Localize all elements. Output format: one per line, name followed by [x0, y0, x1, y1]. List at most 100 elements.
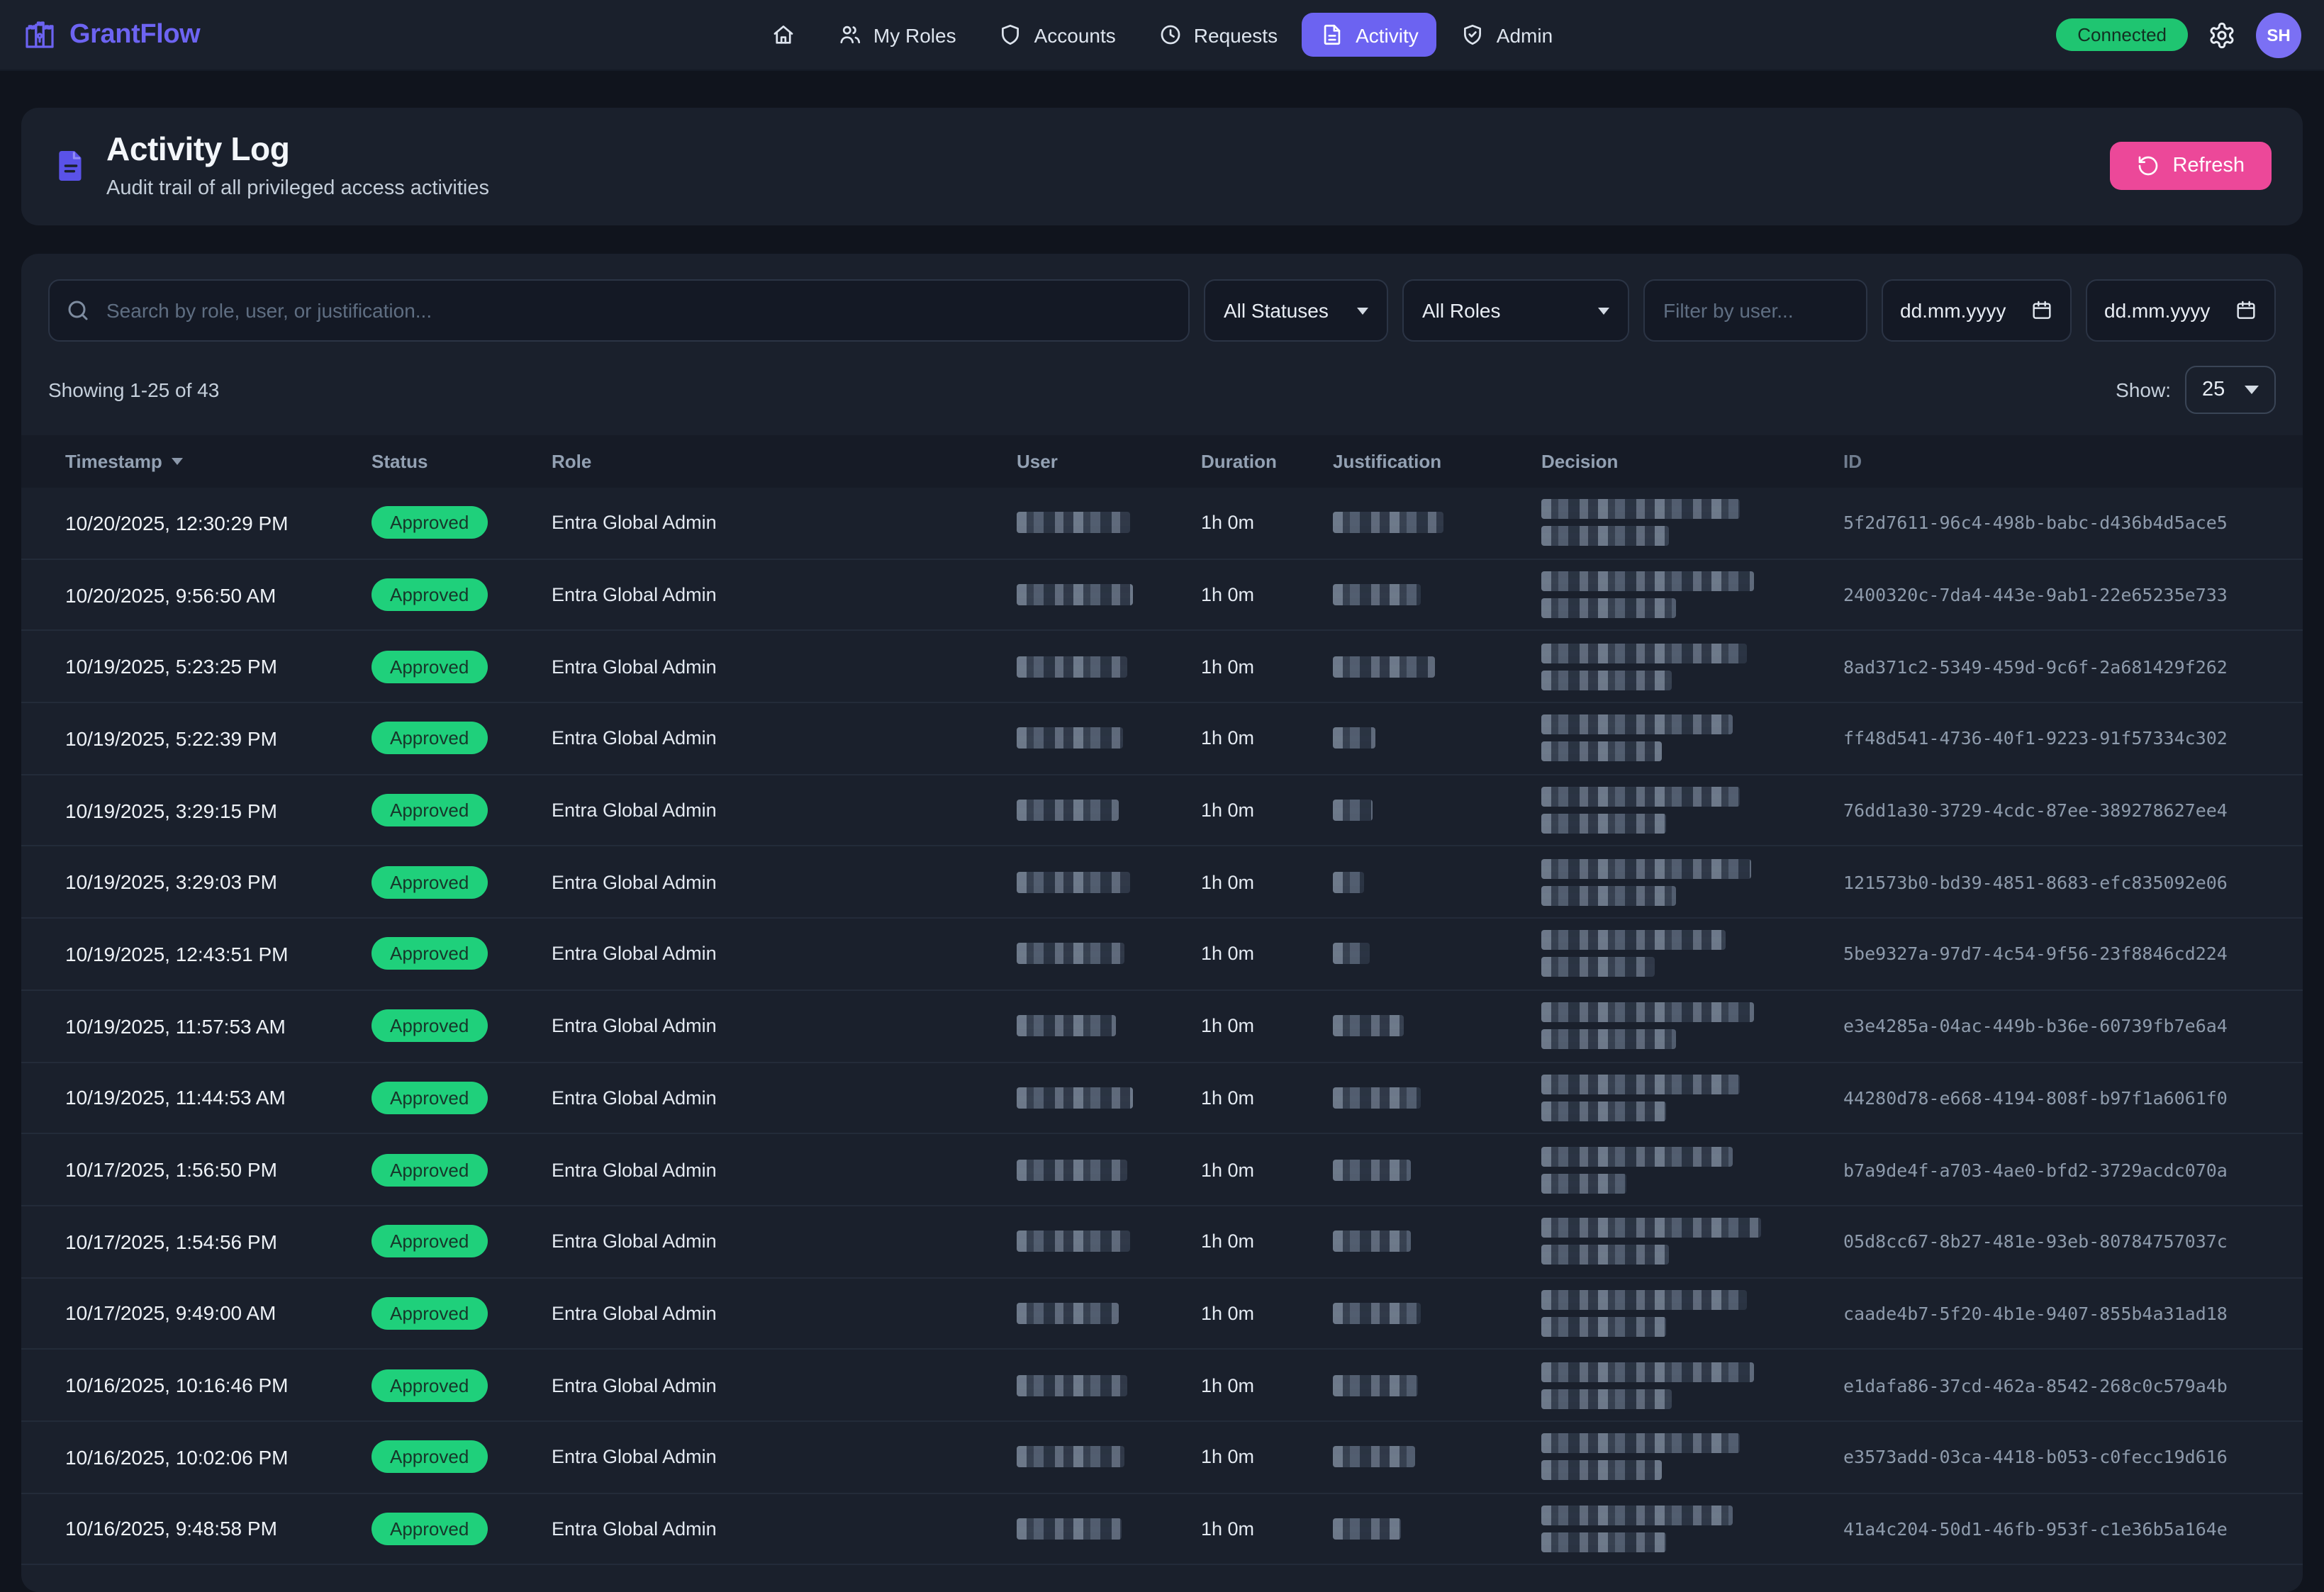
cell-duration: 1h 0m — [1201, 1015, 1333, 1036]
chevron-down-icon — [1598, 307, 1609, 314]
nav-item-requests[interactable]: Requests — [1140, 13, 1296, 57]
redacted-decision — [1541, 527, 1669, 546]
status-badge: Approved — [371, 938, 487, 970]
cell-duration: 1h 0m — [1201, 584, 1333, 605]
redacted-justification — [1333, 584, 1421, 605]
nav-item-activity[interactable]: Activity — [1302, 13, 1437, 57]
nav-item-admin[interactable]: Admin — [1443, 13, 1571, 57]
nav-item-my-roles[interactable]: My Roles — [820, 13, 975, 57]
results-summary: Showing 1-25 of 43 — [48, 379, 219, 401]
refresh-icon — [2137, 154, 2160, 176]
page-header: Activity Log Audit trail of all privileg… — [21, 108, 2303, 225]
activity-log-icon — [52, 147, 89, 184]
table-header-row: Timestamp Status Role User Duration Just… — [21, 435, 2303, 488]
table-row: 10/17/2025, 9:49:00 AM Approved Entra Gl… — [21, 1278, 2303, 1350]
cell-role: Entra Global Admin — [552, 1303, 1017, 1324]
cell-duration: 1h 0m — [1201, 1447, 1333, 1468]
cell-id: ff48d541-4736-40f1-9223-91f57334c302 — [1843, 728, 2303, 749]
shield-icon — [999, 23, 1023, 47]
search-icon — [65, 298, 91, 323]
redacted-decision — [1541, 1029, 1676, 1049]
cell-justification — [1333, 1087, 1541, 1109]
cell-timestamp: 10/19/2025, 12:43:51 PM — [21, 943, 371, 965]
cell-duration: 1h 0m — [1201, 1518, 1333, 1540]
cell-justification — [1333, 512, 1541, 534]
cell-id: 41a4c204-50d1-46fb-953f-c1e36b5a164e — [1843, 1518, 2303, 1540]
brand[interactable]: GrantFlow — [23, 18, 753, 52]
cell-decision — [1541, 931, 1843, 977]
cell-status: Approved — [371, 866, 552, 899]
cell-status: Approved — [371, 1082, 552, 1114]
brand-name: GrantFlow — [69, 19, 200, 50]
redacted-decision — [1541, 643, 1747, 663]
nav-item-home[interactable] — [753, 13, 814, 57]
cell-duration: 1h 0m — [1201, 872, 1333, 893]
date-from-value: dd.mm.yyyy — [1900, 299, 2006, 322]
date-from-input[interactable]: dd.mm.yyyy — [1882, 279, 2072, 342]
redacted-decision — [1541, 931, 1726, 951]
redacted-decision — [1541, 1434, 1740, 1454]
user-filter-input[interactable] — [1643, 279, 1867, 342]
redacted-decision — [1541, 1389, 1672, 1408]
cell-duration: 1h 0m — [1201, 1159, 1333, 1180]
cell-justification — [1333, 1231, 1541, 1252]
cell-role: Entra Global Admin — [552, 1159, 1017, 1180]
cell-decision — [1541, 1362, 1843, 1408]
redacted-justification — [1333, 1015, 1404, 1036]
redacted-justification — [1333, 943, 1370, 965]
calendar-icon — [2235, 299, 2257, 322]
search-input[interactable] — [48, 279, 1190, 342]
redacted-justification — [1333, 512, 1443, 534]
redacted-decision — [1541, 859, 1751, 879]
avatar[interactable]: SH — [2256, 12, 2301, 57]
status-badge: Approved — [371, 1441, 487, 1474]
cell-justification — [1333, 1518, 1541, 1540]
redacted-justification — [1333, 1087, 1421, 1109]
column-header-duration: Duration — [1201, 451, 1333, 472]
redacted-user — [1017, 1015, 1116, 1036]
cell-user — [1017, 1231, 1201, 1252]
cell-timestamp: 10/20/2025, 9:56:50 AM — [21, 583, 371, 606]
cell-role: Entra Global Admin — [552, 656, 1017, 677]
cell-decision — [1541, 500, 1843, 546]
redacted-decision — [1541, 715, 1733, 735]
cell-role: Entra Global Admin — [552, 872, 1017, 893]
redacted-user — [1017, 1159, 1127, 1180]
cell-user — [1017, 512, 1201, 534]
redacted-user — [1017, 1518, 1122, 1540]
cell-duration: 1h 0m — [1201, 656, 1333, 677]
cell-decision — [1541, 1434, 1843, 1481]
page-subtitle: Audit trail of all privileged access act… — [106, 177, 489, 200]
table-row: 10/20/2025, 12:30:29 PM Approved Entra G… — [21, 488, 2303, 559]
status-badge: Approved — [371, 722, 487, 755]
redacted-user — [1017, 1447, 1124, 1468]
connection-status-badge: Connected — [2056, 18, 2188, 51]
search-field-wrap — [48, 279, 1190, 342]
cell-role: Entra Global Admin — [552, 584, 1017, 605]
file-text-icon — [1320, 23, 1344, 47]
table-row: 10/16/2025, 10:02:06 PM Approved Entra G… — [21, 1422, 2303, 1493]
redacted-decision — [1541, 1101, 1666, 1121]
cell-id: b7a9de4f-a703-4ae0-bfd2-3729acdc070a — [1843, 1159, 2303, 1180]
cell-role: Entra Global Admin — [552, 1087, 1017, 1109]
nav-item-accounts[interactable]: Accounts — [981, 13, 1134, 57]
cell-status: Approved — [371, 1513, 552, 1545]
table-row: 10/19/2025, 12:43:51 PM Approved Entra G… — [21, 919, 2303, 990]
column-header-timestamp[interactable]: Timestamp — [21, 451, 371, 472]
page-title: Activity Log — [106, 130, 489, 169]
cell-role: Entra Global Admin — [552, 1374, 1017, 1396]
table-row: 10/16/2025, 9:48:58 PM Approved Entra Gl… — [21, 1493, 2303, 1565]
status-filter-select[interactable]: All Statuses — [1204, 279, 1388, 342]
gear-icon[interactable] — [2208, 21, 2236, 49]
redacted-decision — [1541, 958, 1655, 977]
role-filter-select[interactable]: All Roles — [1402, 279, 1629, 342]
redacted-user — [1017, 800, 1119, 821]
cell-role: Entra Global Admin — [552, 512, 1017, 534]
date-to-input[interactable]: dd.mm.yyyy — [2086, 279, 2276, 342]
redacted-user — [1017, 872, 1130, 893]
table-row: 10/20/2025, 9:56:50 AM Approved Entra Gl… — [21, 559, 2303, 631]
filter-bar: All Statuses All Roles dd.mm.yyyy dd.mm.… — [48, 279, 2276, 342]
cell-duration: 1h 0m — [1201, 1303, 1333, 1324]
refresh-button[interactable]: Refresh — [2110, 141, 2272, 189]
page-size-select[interactable]: 25 — [2185, 366, 2276, 414]
